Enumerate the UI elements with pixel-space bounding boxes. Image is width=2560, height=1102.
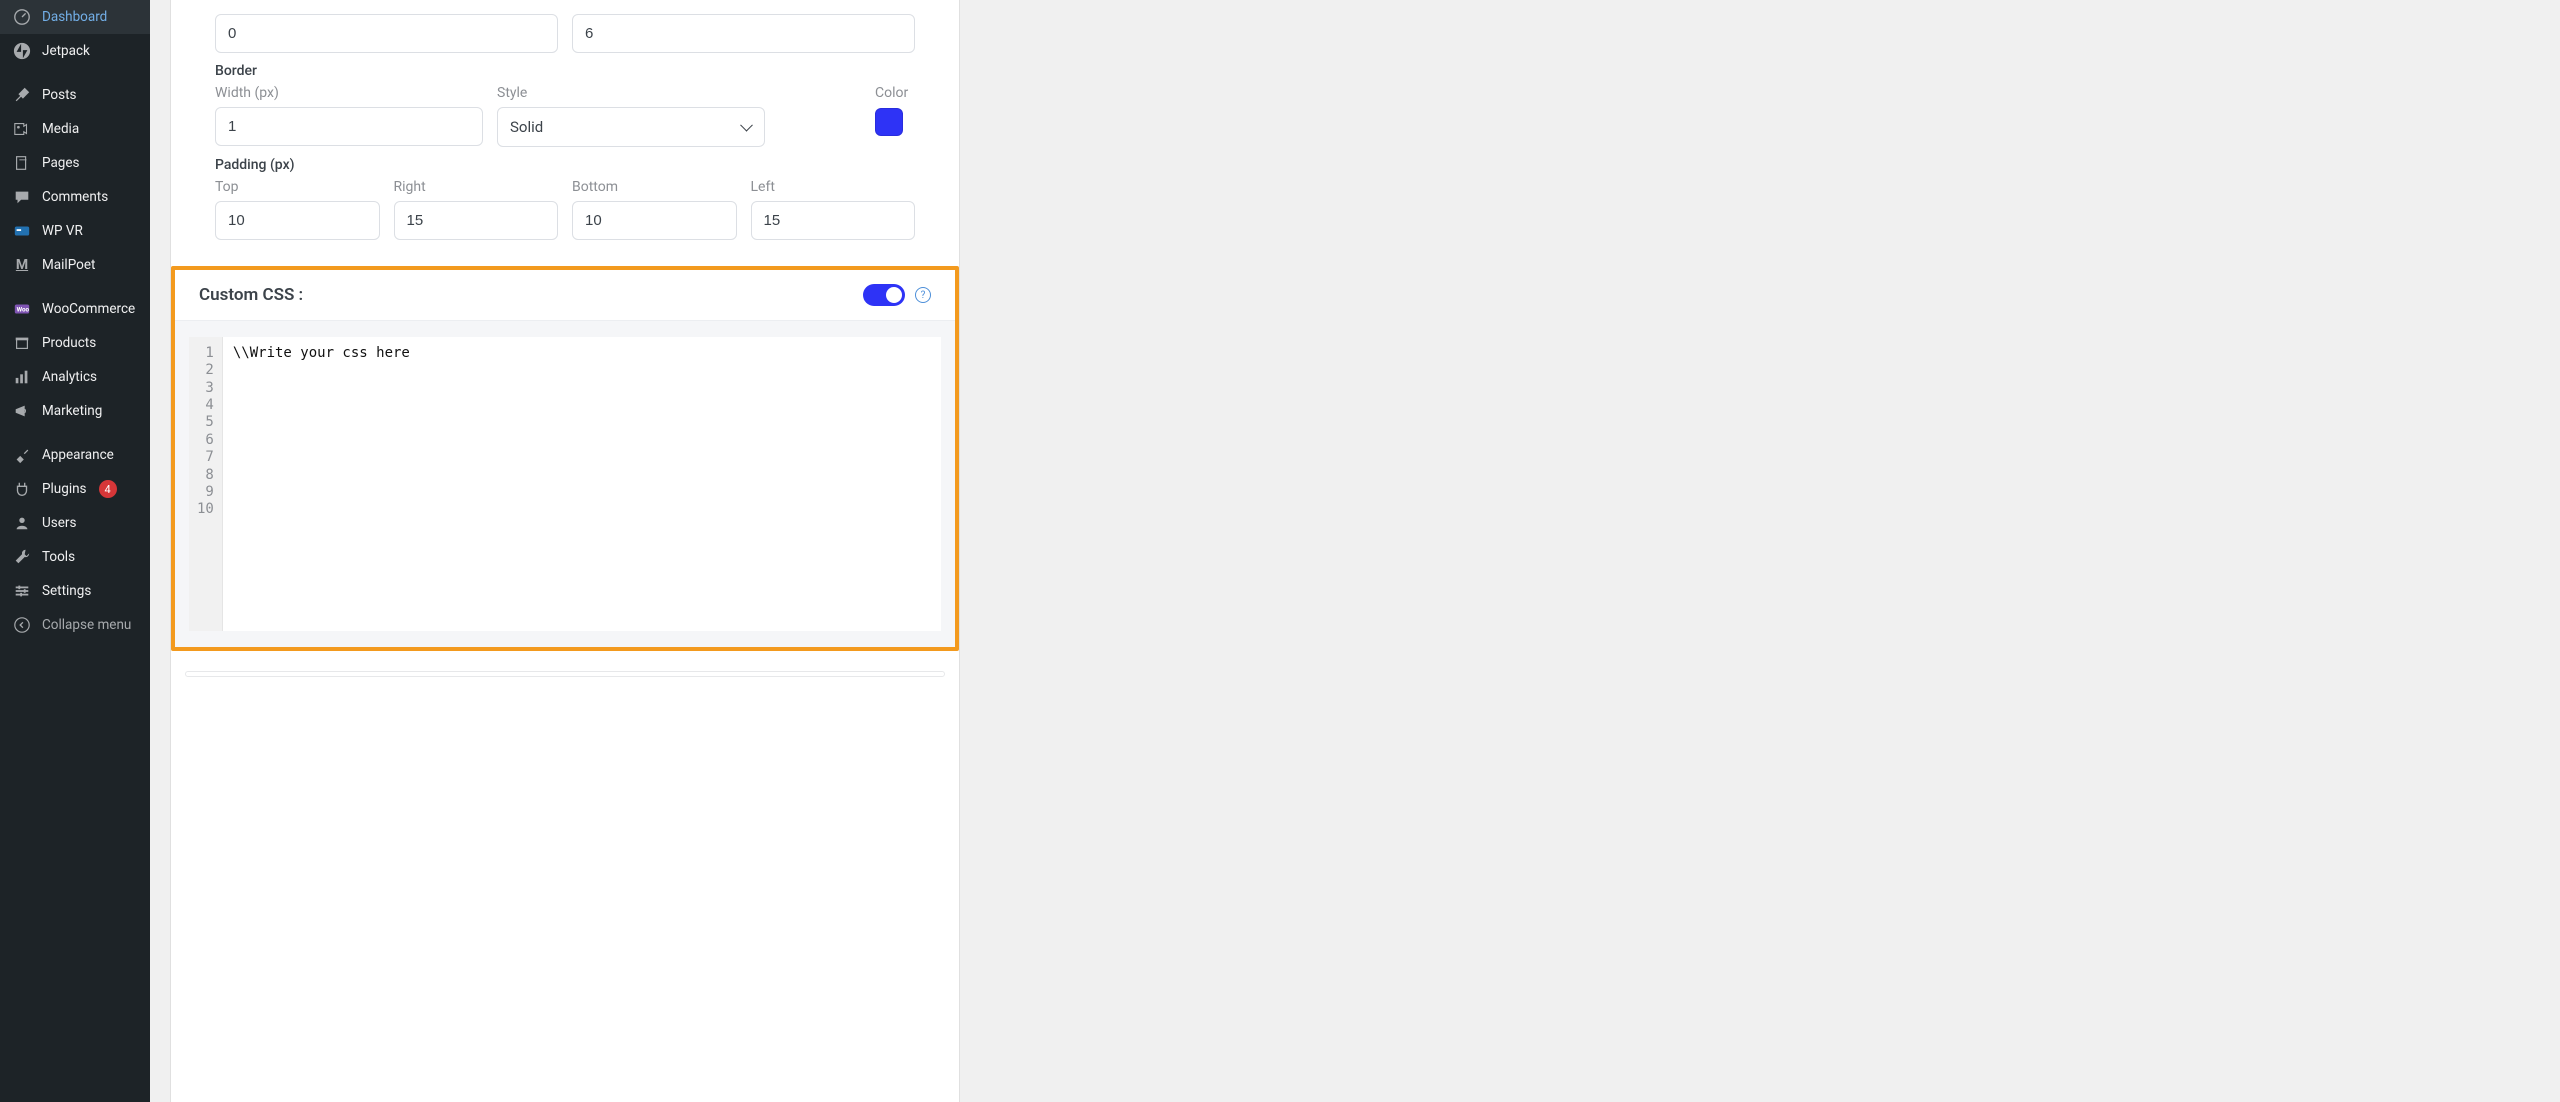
sidebar-item-plugins[interactable]: Plugins 4 (0, 472, 150, 506)
sidebar-item-label: Analytics (42, 369, 97, 385)
padding-right-label: Right (394, 179, 559, 195)
media-icon (12, 119, 32, 139)
analytics-icon (12, 367, 32, 387)
mailpoet-icon: M (12, 255, 32, 275)
sidebar-item-users[interactable]: Users (0, 506, 150, 540)
padding-right-input[interactable] (394, 201, 559, 240)
sidebar-item-settings[interactable]: Settings (0, 574, 150, 608)
code-content[interactable]: \\Write your css here (223, 337, 941, 631)
sidebar-item-label: WP VR (42, 223, 83, 239)
sidebar-item-pages[interactable]: Pages (0, 146, 150, 180)
dashboard-icon (12, 7, 32, 27)
sidebar-collapse[interactable]: Collapse menu (0, 608, 150, 642)
plugins-icon (12, 479, 32, 499)
sidebar-item-label: Dashboard (42, 9, 107, 25)
marketing-icon (12, 401, 32, 421)
sidebar-item-posts[interactable]: Posts (0, 78, 150, 112)
products-icon (12, 333, 32, 353)
custom-css-title: Custom CSS : (199, 285, 303, 305)
sidebar-item-label: Marketing (42, 403, 102, 419)
custom-css-highlight: Custom CSS : ? 1 2 3 4 5 6 7 8 (171, 266, 959, 651)
padding-bottom-label: Bottom (572, 179, 737, 195)
sidebar-item-appearance[interactable]: Appearance (0, 438, 150, 472)
sidebar-item-label: MailPoet (42, 257, 95, 273)
padding-left-label: Left (751, 179, 916, 195)
padding-bottom-input[interactable] (572, 201, 737, 240)
padding-top-label: Top (215, 179, 380, 195)
sidebar-item-marketing[interactable]: Marketing (0, 394, 150, 428)
collapse-icon (12, 615, 32, 635)
sidebar-item-label: Products (42, 335, 96, 351)
sidebar-item-comments[interactable]: Comments (0, 180, 150, 214)
wpvr-icon (12, 221, 32, 241)
sidebar-item-label: Appearance (42, 447, 114, 463)
sidebar-item-mailpoet[interactable]: M MailPoet (0, 248, 150, 282)
users-icon (12, 513, 32, 533)
settings-icon (12, 581, 32, 601)
plugins-update-badge: 4 (99, 480, 117, 498)
appearance-icon (12, 445, 32, 465)
sidebar-item-dashboard[interactable]: Dashboard (0, 0, 150, 34)
pages-icon (12, 153, 32, 173)
border-width-label: Width (px) (215, 85, 483, 101)
sidebar-item-label: Plugins (42, 481, 87, 497)
sidebar-item-label: Comments (42, 189, 108, 205)
next-panel-peek (185, 671, 945, 677)
jetpack-icon (12, 41, 32, 61)
sidebar-item-label: Collapse menu (42, 617, 131, 633)
pin-icon (12, 85, 32, 105)
sidebar-item-label: Pages (42, 155, 80, 171)
border-color-label: Color (875, 85, 915, 101)
border-color-swatch[interactable] (875, 108, 903, 136)
custom-css-toggle[interactable] (863, 284, 905, 306)
sidebar-item-wpvr[interactable]: WP VR (0, 214, 150, 248)
woocommerce-icon: Woo (12, 299, 32, 319)
sidebar-item-tools[interactable]: Tools (0, 540, 150, 574)
svg-text:Woo: Woo (17, 306, 30, 314)
sidebar-item-label: Settings (42, 583, 91, 599)
css-code-editor[interactable]: 1 2 3 4 5 6 7 8 9 10 \\Write your css he… (189, 337, 941, 631)
border-heading: Border (215, 63, 915, 79)
sidebar-item-label: Jetpack (42, 43, 90, 59)
border-width-input[interactable] (215, 107, 483, 146)
sidebar-item-media[interactable]: Media (0, 112, 150, 146)
sidebar-item-analytics[interactable]: Analytics (0, 360, 150, 394)
admin-sidebar: Dashboard Jetpack Posts Media Pages Comm… (0, 0, 150, 1102)
sidebar-item-label: Tools (42, 549, 75, 565)
padding-heading: Padding (px) (215, 157, 915, 173)
border-style-select[interactable]: Solid (497, 107, 765, 147)
help-icon[interactable]: ? (915, 287, 931, 303)
sidebar-item-products[interactable]: Products (0, 326, 150, 360)
sidebar-item-label: Posts (42, 87, 76, 103)
padding-left-input[interactable] (751, 201, 916, 240)
tools-icon (12, 547, 32, 567)
comments-icon (12, 187, 32, 207)
main-content: Border Width (px) Style Solid Color Pad (150, 0, 2560, 1102)
top-input-right[interactable] (572, 14, 915, 53)
sidebar-item-label: Media (42, 121, 79, 137)
sidebar-item-label: WooCommerce (42, 301, 135, 317)
sidebar-item-woocommerce[interactable]: Woo WooCommerce (0, 292, 150, 326)
settings-panel: Border Width (px) Style Solid Color Pad (170, 0, 960, 1102)
padding-top-input[interactable] (215, 201, 380, 240)
border-style-label: Style (497, 85, 765, 101)
code-gutter: 1 2 3 4 5 6 7 8 9 10 (189, 337, 223, 631)
top-input-left[interactable] (215, 14, 558, 53)
sidebar-item-label: Users (42, 515, 76, 531)
sidebar-item-jetpack[interactable]: Jetpack (0, 34, 150, 68)
